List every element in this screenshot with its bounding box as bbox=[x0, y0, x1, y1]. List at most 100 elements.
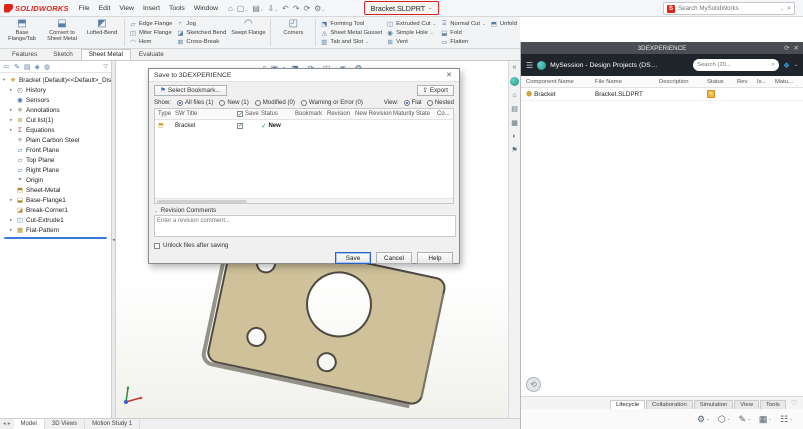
flatten-button[interactable]: ▭ Flatten bbox=[440, 37, 486, 46]
tree-item-history[interactable]: ▸ ◴ History bbox=[0, 85, 111, 95]
select-all-checkbox[interactable] bbox=[237, 111, 243, 118]
tags-icon[interactable]: ❖ bbox=[783, 61, 790, 70]
options-icon[interactable]: ⚙⌄ bbox=[314, 4, 325, 13]
filter-new-radio[interactable]: New (1) bbox=[219, 99, 249, 106]
save-checkbox[interactable] bbox=[237, 122, 243, 129]
fold-button[interactable]: ⬓ Fold bbox=[440, 28, 486, 37]
open-icon[interactable]: ▤⌄ bbox=[252, 4, 263, 13]
home-icon[interactable]: ⌂ bbox=[228, 4, 233, 13]
forming-tool-button[interactable]: ⬔ Forming Tool bbox=[320, 19, 382, 28]
collapse-taskpane-icon[interactable]: « bbox=[513, 64, 517, 71]
unlock-files-option[interactable]: Unlock files after saving bbox=[149, 239, 459, 250]
menu-view[interactable]: View bbox=[116, 5, 137, 12]
rollback-bar[interactable] bbox=[4, 237, 107, 239]
unfold-button[interactable]: ⬒ Unfold bbox=[490, 19, 517, 28]
close-icon[interactable]: ✕ bbox=[794, 44, 799, 52]
tab-features[interactable]: Features bbox=[4, 49, 45, 60]
propertymanager-tab-icon[interactable]: ✎ bbox=[14, 63, 20, 71]
dialog-title-bar[interactable]: Save to 3DEXPERIENCE ✕ bbox=[149, 69, 459, 82]
vent-button[interactable]: ⊞ Vent bbox=[386, 37, 436, 46]
corners-button[interactable]: ◰ Corners bbox=[273, 18, 313, 47]
chevron-down-icon[interactable]: ⌄ bbox=[794, 62, 798, 68]
tree-item-flat-pattern[interactable]: ▸ ▦ Flat-Pattern bbox=[0, 225, 111, 235]
search-icon[interactable]: ⌕ bbox=[771, 61, 775, 69]
tab-sketch[interactable]: Sketch bbox=[45, 49, 81, 60]
configurationmanager-tab-icon[interactable]: ▤ bbox=[24, 63, 31, 71]
document-title[interactable]: Bracket.SLDPRT ⌄ bbox=[363, 1, 440, 15]
featuremanager-tree-tab-icon[interactable]: ≔ bbox=[3, 63, 10, 71]
tree-item-front-plane[interactable]: ▱ Front Plane bbox=[0, 145, 111, 155]
filter-icon[interactable]: ▽ bbox=[103, 63, 108, 70]
cancel-button[interactable]: Cancel bbox=[376, 252, 412, 264]
menu-insert[interactable]: Insert bbox=[140, 5, 163, 12]
appearances-icon[interactable]: ◐ bbox=[512, 133, 516, 140]
tab-3d-views[interactable]: 3D Views bbox=[45, 419, 86, 429]
menu-file[interactable]: File bbox=[76, 5, 93, 12]
tab-evaluate[interactable]: Evaluate bbox=[131, 49, 172, 60]
jog-button[interactable]: ⌐ Jog bbox=[176, 19, 226, 28]
help-button[interactable]: Help bbox=[417, 252, 453, 264]
scroll-tabs-right-icon[interactable]: ▸ bbox=[8, 421, 11, 427]
unlock-files-checkbox[interactable] bbox=[154, 242, 160, 249]
search-icon[interactable]: ⌕ bbox=[787, 5, 791, 13]
refresh-icon[interactable]: ⟳ bbox=[784, 44, 789, 52]
component-row[interactable]: ⬢ Bracket Bracket.SLDPRT ✎ bbox=[521, 88, 803, 101]
convert-to-sheet-metal-button[interactable]: ⬓ Convert to Sheet Metal bbox=[42, 18, 82, 47]
tab-tools[interactable]: Tools bbox=[759, 400, 786, 409]
chevron-down-icon[interactable]: ⌄ bbox=[780, 6, 784, 12]
hem-button[interactable]: ◠ Hem bbox=[129, 37, 172, 46]
lifecycle-tools-icon[interactable]: ☷ ⌄ bbox=[780, 414, 793, 425]
filter-all-files-radio[interactable]: All files (1) bbox=[176, 99, 213, 106]
displaymanager-tab-icon[interactable]: ◍ bbox=[44, 63, 50, 71]
table-row[interactable]: ⬒ Bracket ✓New bbox=[155, 120, 453, 131]
scrollbar-thumb[interactable] bbox=[157, 200, 247, 203]
design-library-icon[interactable]: ▤ bbox=[511, 105, 518, 113]
tree-item-cut-extrude[interactable]: ▸ ◫ Cut-Extrude1 bbox=[0, 215, 111, 225]
view-nested-radio[interactable]: Nested bbox=[426, 99, 454, 106]
view-flat-radio[interactable]: Flat bbox=[403, 99, 422, 106]
tab-sheet-metal[interactable]: Sheet Metal bbox=[80, 49, 131, 60]
edge-flange-button[interactable]: ▱ Edge Flange bbox=[129, 19, 173, 28]
close-icon[interactable]: ✕ bbox=[444, 71, 454, 79]
undo-icon[interactable]: ↶ bbox=[282, 4, 289, 13]
view-palette-icon[interactable]: ▦ bbox=[511, 119, 518, 127]
filter-warning-radio[interactable]: Warning or Error (0) bbox=[300, 99, 363, 106]
simple-hole-button[interactable]: ◉ Simple Hole ⌄ bbox=[386, 28, 436, 37]
lifecycle-maturity-icon[interactable]: ⚙ ⌄ bbox=[697, 414, 710, 425]
tree-item-sensors[interactable]: ◉ Sensors bbox=[0, 95, 111, 105]
lifecycle-edit-icon[interactable]: ✎ ⌄ bbox=[739, 414, 751, 425]
resources-icon[interactable]: ⌂ bbox=[512, 92, 516, 99]
tab-and-slot-button[interactable]: ▥ Tab and Slot ⌄ bbox=[320, 37, 382, 46]
swept-flange-button[interactable]: ◠ Swept Flange bbox=[228, 18, 268, 47]
save-icon[interactable]: ⇩⌄ bbox=[268, 4, 278, 13]
new-document-icon[interactable]: ▢⌄ bbox=[237, 4, 248, 13]
export-button[interactable]: ⇪ Export bbox=[416, 84, 454, 96]
tree-item-sheet-metal[interactable]: ⬒ Sheet-Metal bbox=[0, 185, 111, 195]
tab-model[interactable]: Model bbox=[13, 419, 45, 429]
menu-edit[interactable]: Edit bbox=[96, 5, 114, 12]
tab-lifecycle[interactable]: Lifecycle bbox=[610, 400, 646, 409]
revision-comments-section[interactable]: ⌄ Revision Comments bbox=[149, 204, 459, 215]
filter-modified-radio[interactable]: Modified (0) bbox=[254, 99, 295, 106]
mysession-search-input[interactable] bbox=[697, 62, 770, 68]
tree-item-base-flange[interactable]: ▸ ⬓ Base-Flange1 bbox=[0, 195, 111, 205]
menu-tools[interactable]: Tools bbox=[166, 5, 188, 12]
tree-item-material[interactable]: ≡ Plain Carbon Steel bbox=[0, 135, 111, 145]
3dexperience-taskpane-icon[interactable] bbox=[510, 77, 519, 86]
3dexperience-compass-icon[interactable] bbox=[537, 60, 547, 70]
rebuild-icon[interactable]: ⟳ bbox=[303, 4, 310, 13]
sketched-bend-button[interactable]: ◪ Sketched Bend bbox=[176, 28, 226, 37]
redo-icon[interactable]: ↷ bbox=[293, 4, 300, 13]
tab-simulation[interactable]: Simulation bbox=[693, 400, 734, 409]
panel-splitter[interactable]: ◂ bbox=[112, 61, 116, 418]
base-flange-tab-button[interactable]: ⬒ Base Flange/Tab bbox=[2, 18, 42, 47]
menu-window[interactable]: Window bbox=[191, 5, 221, 12]
revision-comment-input[interactable] bbox=[154, 215, 456, 237]
tree-item-cut-list[interactable]: ▸ ≣ Cut list(1) bbox=[0, 115, 111, 125]
favorites-heart-icon[interactable]: ♡ bbox=[791, 399, 797, 407]
sheet-metal-gusset-button[interactable]: ◬ Sheet Metal Gusset bbox=[320, 28, 382, 37]
dimxpertmanager-tab-icon[interactable]: ◈ bbox=[35, 63, 40, 71]
scroll-tabs-left-icon[interactable]: ◂ bbox=[3, 421, 6, 427]
custom-properties-icon[interactable]: ⚑ bbox=[511, 146, 517, 154]
miter-flange-button[interactable]: ◫ Miter Flange bbox=[129, 28, 172, 37]
